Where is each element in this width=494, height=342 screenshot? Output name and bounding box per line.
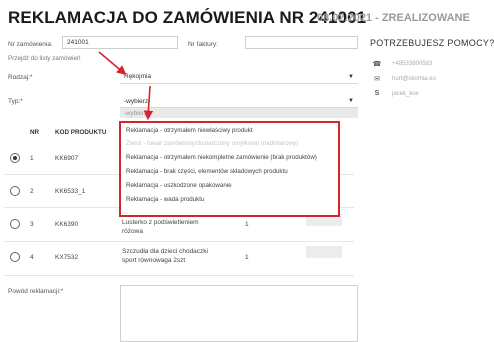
help-email-value: hurt@skomia.eu <box>392 76 436 82</box>
dropdown-option[interactable]: Reklamacja - otrzymałem niewłaściwy prod… <box>126 127 253 134</box>
dropdown-option[interactable]: Reklamacja - brak części, elementów skła… <box>126 168 288 175</box>
row-radio-4[interactable] <box>10 252 20 262</box>
column-header-nr: NR <box>30 129 40 136</box>
row-product-code: KK6907 <box>55 155 79 162</box>
help-skype[interactable]: S jacek_kox <box>372 90 419 97</box>
phone-icon: ☎ <box>372 61 382 68</box>
kind-label: Rodzaj:* <box>8 74 33 81</box>
row-quantity: 1 <box>245 254 249 261</box>
help-phone[interactable]: ☎ +48533800583 <box>372 60 433 68</box>
invoice-number-field[interactable] <box>245 36 358 49</box>
invoice-number-label: Nr faktury: <box>188 41 218 48</box>
type-select[interactable]: -wybierz- ▼ <box>120 95 358 108</box>
help-skype-value: jacek_kox <box>392 90 419 97</box>
row-nr: 4 <box>30 254 34 261</box>
row-divider <box>4 275 354 276</box>
help-title: POTRZEBUJESZ POMOCY? <box>370 38 494 48</box>
dropdown-placeholder-option[interactable]: -wybierz- <box>120 108 358 118</box>
row-quantity: 1 <box>245 221 249 228</box>
row-nr: 3 <box>30 221 34 228</box>
type-label: Typ:* <box>8 98 23 105</box>
dropdown-option[interactable]: Reklamacja - otrzymałem niekompletne zam… <box>126 154 317 161</box>
row-product-code: KX7532 <box>55 254 79 261</box>
row-divider <box>4 241 354 242</box>
dropdown-option[interactable]: Reklamacja - uszkodzone opakowanie <box>126 182 232 189</box>
row-product-code: KK6533_1 <box>55 188 86 195</box>
reason-label: Powód reklamacji:* <box>8 288 64 295</box>
chevron-down-icon: ▼ <box>348 98 354 104</box>
kind-select[interactable]: Rękojmia ▼ <box>120 70 358 84</box>
mail-icon: ✉ <box>374 76 380 83</box>
order-status-meta: 08.02.2021 - ZREALIZOWANE <box>317 12 470 24</box>
kind-select-value: Rękojmia <box>124 73 152 80</box>
row-product-name: Szczudła dla dzieci chodaczki sport równ… <box>122 248 208 264</box>
row-radio-2[interactable] <box>10 186 20 196</box>
order-number-label: Nr zamówienia: <box>8 41 53 48</box>
help-email[interactable]: ✉ hurt@skomia.eu <box>372 75 436 83</box>
column-header-product-code: KOD PRODUKTU <box>55 129 107 136</box>
row-product-name-line2: różowa <box>122 228 143 235</box>
type-select-value: -wybierz- <box>124 97 151 105</box>
help-phone-value: +48533800583 <box>392 61 433 67</box>
row-nr: 2 <box>30 188 34 195</box>
dropdown-option[interactable]: Zwrot - towar zamówiony/dostarczony omył… <box>126 140 298 147</box>
row-product-name: Lusterko z podświetleniem <box>122 219 199 226</box>
row-radio-3[interactable] <box>10 219 20 229</box>
chevron-down-icon: ▼ <box>348 73 354 80</box>
reason-textarea[interactable] <box>120 285 358 342</box>
skype-icon: S <box>374 90 380 97</box>
page-title: REKLAMACJA DO ZAMÓWIENIA NR 241001 <box>8 8 367 27</box>
row-product-code: KK6390 <box>55 221 79 228</box>
quantity-input[interactable] <box>306 246 342 258</box>
row-radio-1[interactable] <box>10 153 20 163</box>
row-nr: 1 <box>30 155 34 162</box>
dropdown-option[interactable]: Reklamacja - wada produktu <box>126 196 204 203</box>
back-to-orders-link[interactable]: Przejdź do listy zamówień <box>8 55 80 62</box>
type-dropdown-list: Reklamacja - otrzymałem niewłaściwy prod… <box>119 121 340 217</box>
order-number-field[interactable]: 241001 <box>62 36 178 49</box>
